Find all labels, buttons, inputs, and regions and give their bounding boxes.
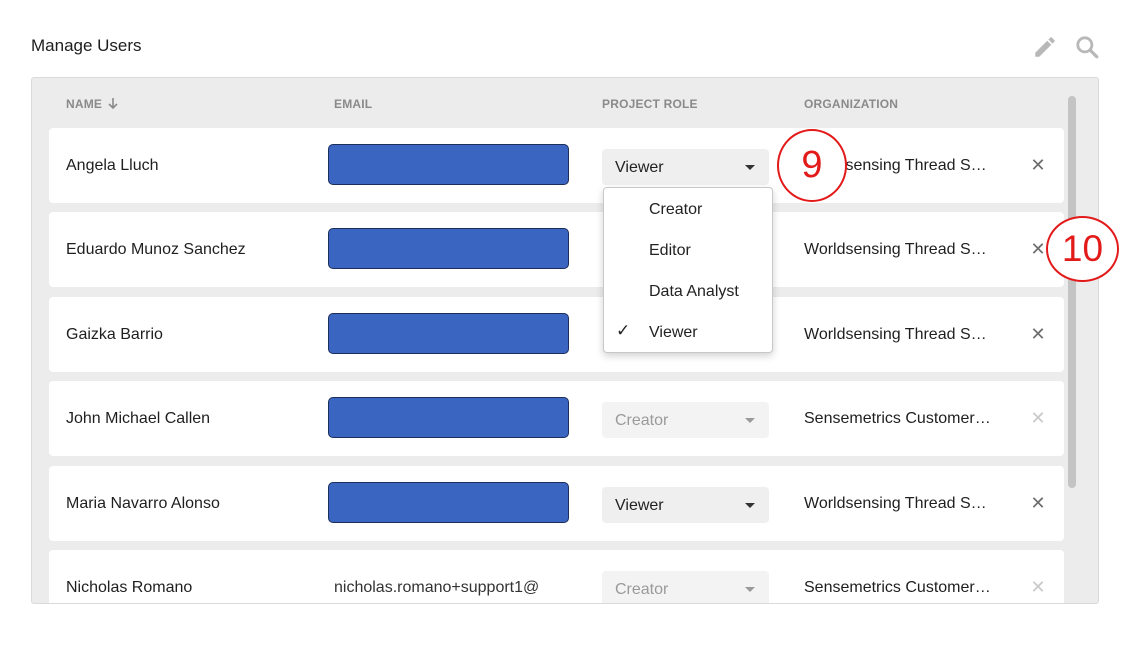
column-header-name-label: NAME <box>66 97 103 111</box>
role-option-editor[interactable]: Editor <box>604 230 772 270</box>
column-header-project-role[interactable]: PROJECT ROLE <box>602 97 698 111</box>
role-option-label: Viewer <box>649 324 698 341</box>
role-select-value: Viewer <box>615 497 664 514</box>
role-select: Creator <box>602 571 769 603</box>
table-row: Eduardo Munoz Sanchez Worldsensing Threa… <box>49 212 1064 287</box>
organization: Worldsensing Thread S… <box>804 326 987 343</box>
role-option-viewer[interactable]: ✓ Viewer <box>604 312 772 352</box>
column-header-organization[interactable]: ORGANIZATION <box>804 97 898 111</box>
role-option-label: Data Analyst <box>649 283 739 300</box>
role-option-label: Creator <box>649 201 703 218</box>
remove-user-icon: ✕ <box>1030 408 1046 428</box>
pencil-icon[interactable] <box>1030 32 1060 62</box>
remove-user-icon[interactable]: ✕ <box>1029 239 1047 259</box>
role-option-creator[interactable]: Creator <box>604 189 772 229</box>
vertical-scrollbar[interactable] <box>1068 96 1076 488</box>
header-actions <box>1030 32 1102 62</box>
caret-down-icon <box>745 587 755 592</box>
annotation-callout-9: 9 <box>777 129 847 202</box>
table-row: Maria Navarro Alonso Viewer Worldsensing… <box>49 466 1064 541</box>
table-row: Nicholas Romano nicholas.romano+support1… <box>49 550 1064 603</box>
organization: Sensemetrics Customer… <box>804 410 991 427</box>
user-name: Nicholas Romano <box>66 579 193 596</box>
remove-user-icon: ✕ <box>1030 577 1046 597</box>
column-header-email[interactable]: EMAIL <box>334 97 372 111</box>
users-table-panel: NAME EMAIL PROJECT ROLE ORGANIZATION Ang… <box>31 77 1099 604</box>
user-name: John Michael Callen <box>66 410 211 427</box>
remove-user-icon[interactable]: ✕ <box>1029 493 1047 513</box>
remove-user-icon[interactable]: ✕ <box>1029 155 1047 175</box>
role-option-label: Editor <box>649 242 691 259</box>
table-row: Gaizka Barrio Worldsensing Thread S… ✕ <box>49 297 1064 372</box>
user-name: Gaizka Barrio <box>66 326 163 343</box>
email-redacted <box>328 482 569 523</box>
page-title: Manage Users <box>31 36 142 55</box>
column-header-name[interactable]: NAME <box>66 97 118 111</box>
checkmark-icon: ✓ <box>616 321 631 340</box>
caret-down-icon <box>745 503 755 508</box>
caret-down-icon <box>745 165 755 170</box>
role-select[interactable]: Viewer <box>602 487 769 523</box>
role-select: Creator <box>602 402 769 438</box>
table-row: Angela Lluch Viewer Worldsensing Thread … <box>49 128 1064 203</box>
search-icon[interactable] <box>1072 32 1102 62</box>
user-name: Eduardo Munoz Sanchez <box>66 241 246 258</box>
role-select[interactable]: Viewer <box>602 149 769 185</box>
role-select-value: Creator <box>615 581 669 598</box>
arrow-down-icon <box>108 98 118 110</box>
organization: Worldsensing Thread S… <box>804 495 987 512</box>
email-redacted <box>328 144 569 185</box>
organization: Sensemetrics Customer… <box>804 579 991 596</box>
user-name: Angela Lluch <box>66 157 159 174</box>
organization: Worldsensing Thread S… <box>804 241 987 258</box>
email-redacted <box>328 313 569 354</box>
email-redacted <box>328 397 569 438</box>
table-body: Angela Lluch Viewer Worldsensing Thread … <box>49 128 1064 603</box>
email-redacted <box>328 228 569 269</box>
role-select-value: Creator <box>615 412 669 429</box>
table-row: John Michael Callen Creator Sensemetrics… <box>49 381 1064 456</box>
annotation-callout-10: 10 <box>1046 216 1119 282</box>
user-name: Maria Navarro Alonso <box>66 495 220 512</box>
remove-user-icon[interactable]: ✕ <box>1029 324 1047 344</box>
role-select-value: Viewer <box>615 159 664 176</box>
caret-down-icon <box>745 418 755 423</box>
role-dropdown-menu: Creator Editor Data Analyst ✓ Viewer <box>603 187 773 353</box>
role-option-data-analyst[interactable]: Data Analyst <box>604 271 772 311</box>
user-email: nicholas.romano+support1@ <box>334 579 540 596</box>
